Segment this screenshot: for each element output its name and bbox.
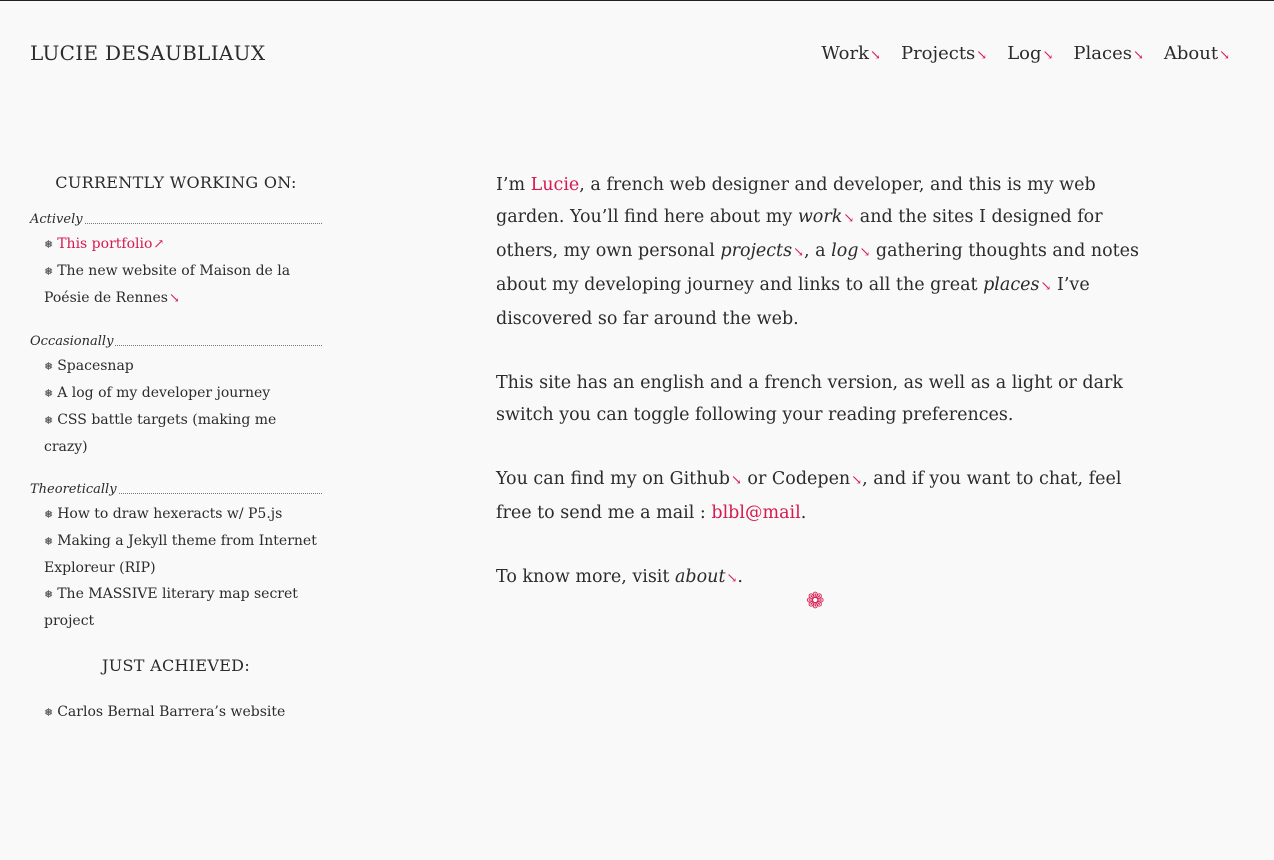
mail-link[interactable]: blbl@mail	[711, 503, 800, 523]
list-item[interactable]: ❅ The new website of Maison de la Poésie …	[44, 258, 322, 312]
group-label: Occasionally	[30, 334, 114, 349]
arrow-icon: ↘	[793, 245, 804, 260]
nav-work[interactable]: Work↘	[821, 43, 881, 64]
snowflake-bullet-icon: ❅	[44, 508, 54, 521]
list-item: ❅ Spacesnap	[44, 358, 134, 374]
list-item: ❅ A log of my developer journey	[44, 385, 271, 401]
arrow-icon: ↘	[1040, 279, 1052, 294]
group-occasionally: Occasionally ❅ Spacesnap ❅ A log of my dev…	[30, 334, 322, 460]
arrow-icon: ↘	[851, 473, 863, 488]
group-actively: Actively ❅ This portfolio↗ ❅ The new websi…	[30, 212, 322, 312]
dotted-divider	[118, 493, 322, 494]
snowflake-bullet-icon: ❅	[44, 414, 54, 427]
list-item: ❅ CSS battle targets (making me crazy)	[44, 412, 277, 455]
snowflake-bullet-icon: ❅	[44, 265, 54, 278]
arrow-ne-icon: ↗	[153, 237, 165, 252]
github-link[interactable]: Github↘	[670, 469, 742, 489]
nav-about[interactable]: About↘	[1164, 43, 1230, 64]
arrow-icon: ↘	[726, 571, 738, 586]
list-item[interactable]: ❅ This portfolio↗	[44, 231, 322, 258]
snowflake-bullet-icon: ❅	[44, 360, 54, 373]
list-item: ❅ Carlos Bernal Barrera’s website	[44, 704, 286, 720]
list-item: ❅ How to draw hexeracts w/ P5.js	[44, 506, 283, 522]
group-theoretically: Theoretically ❅ How to draw hexeracts w/ …	[30, 482, 322, 634]
projects-link[interactable]: projects↘	[720, 241, 804, 261]
main-nav: Work↘ Projects↘ Log↘ Places↘ About↘	[821, 43, 1230, 64]
nav-projects[interactable]: Projects↘	[901, 43, 987, 64]
codepen-link[interactable]: Codepen↘	[772, 469, 862, 489]
site-title[interactable]: LUCIE DESAUBLIAUX	[30, 41, 265, 65]
arrow-icon: ↘	[843, 211, 855, 226]
arrow-icon: ↘	[870, 48, 881, 63]
dotted-divider	[115, 345, 322, 346]
arrow-icon: ↘	[1219, 48, 1230, 63]
snowflake-bullet-icon: ❅	[44, 387, 54, 400]
arrow-icon: ↘	[730, 473, 742, 488]
group-label: Actively	[30, 212, 83, 227]
arrow-icon: ↘	[859, 245, 871, 260]
work-link[interactable]: work↘	[798, 207, 854, 227]
achieved-heading: JUST ACHIEVED:	[101, 656, 251, 675]
arrow-icon: ↘	[169, 291, 180, 306]
sidebar-heading: CURRENTLY WORKING ON:	[55, 173, 297, 192]
snowflake-bullet-icon: ❅	[44, 588, 54, 601]
snowflake-bullet-icon: ❅	[44, 535, 54, 548]
group-label: Theoretically	[30, 482, 117, 497]
snowflake-bullet-icon: ❅	[44, 238, 54, 251]
nav-places[interactable]: Places↘	[1073, 43, 1143, 64]
snowflake-bullet-icon: ❅	[44, 706, 54, 719]
nav-log[interactable]: Log↘	[1007, 43, 1053, 64]
arrow-icon: ↘	[1042, 48, 1054, 63]
name-link[interactable]: Lucie	[531, 175, 580, 195]
arrow-icon: ↘	[976, 48, 988, 63]
language-paragraph: This site has an english and a french ve…	[496, 373, 1124, 425]
list-item: ❅ Making a Jekyll theme from Internet Exp…	[44, 533, 317, 576]
about-link[interactable]: about↘	[675, 567, 737, 587]
list-item: ❅ The MASSIVE literary map secret project	[44, 586, 298, 629]
dotted-divider	[84, 223, 322, 224]
places-link[interactable]: places↘	[983, 275, 1051, 295]
flower-icon: ❁	[806, 589, 825, 614]
arrow-icon: ↘	[1133, 48, 1144, 63]
main-content: I’m Lucie, a french web designer and dev…	[496, 169, 1146, 627]
log-link[interactable]: log↘	[831, 241, 870, 261]
contact-paragraph: You can find my on Github↘ or Codepen↘, …	[496, 469, 1122, 523]
intro-paragraph: I’m Lucie, a french web designer and dev…	[496, 175, 1140, 329]
sidebar: CURRENTLY WORKING ON: Actively ❅ This por…	[30, 173, 322, 726]
